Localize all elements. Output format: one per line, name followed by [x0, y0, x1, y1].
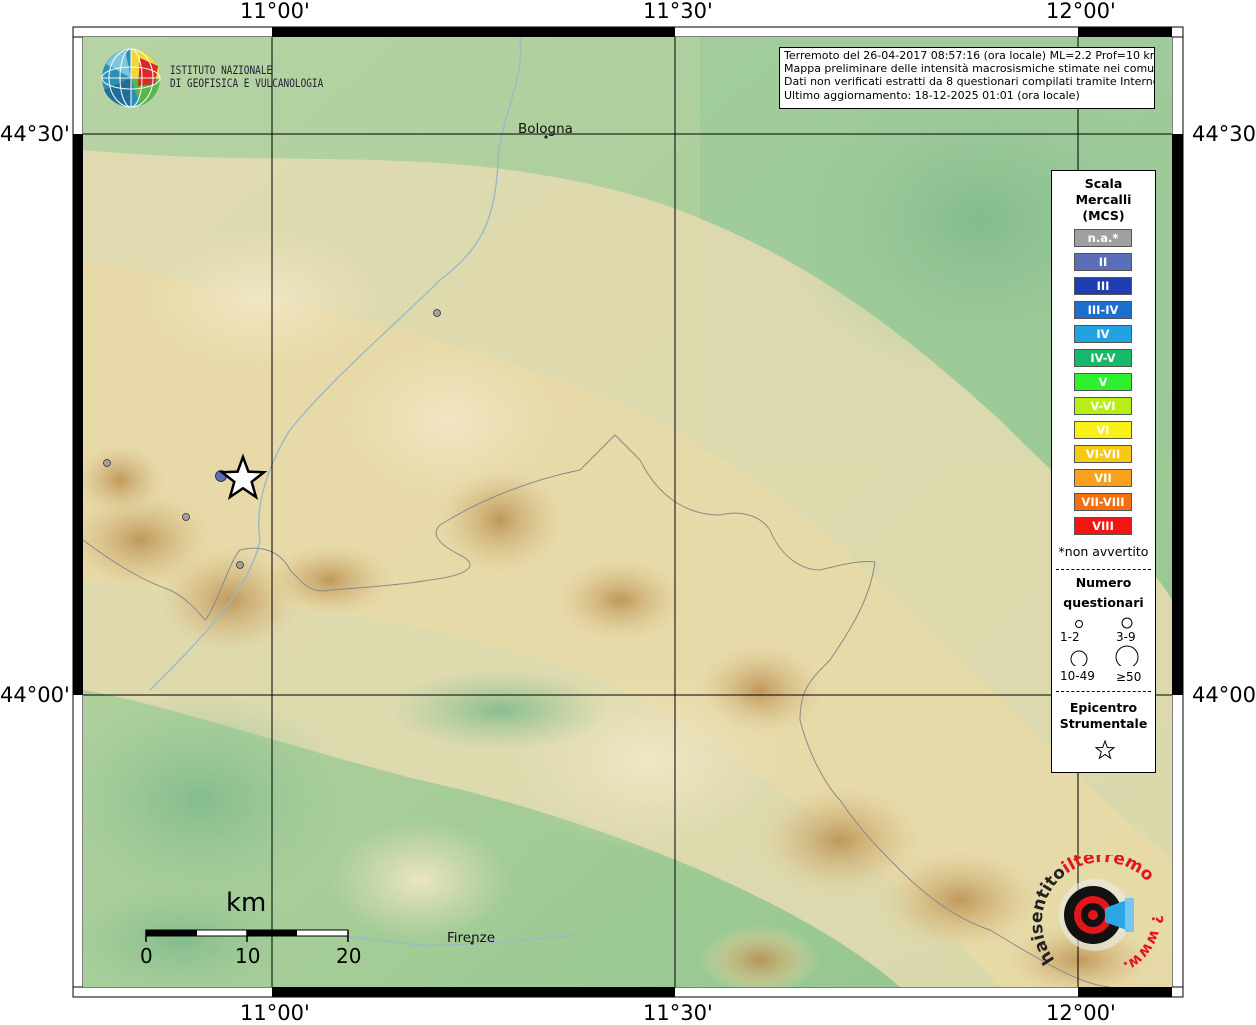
point-na[interactable]	[433, 309, 441, 317]
terrain	[83, 37, 1172, 987]
city-label-bologna: Bologna	[518, 121, 573, 137]
count-title-2: questionari	[1063, 595, 1144, 610]
legend-swatch: III	[1074, 277, 1132, 295]
brand-text: haisentitoilterremoto.it ? www.	[1030, 855, 1166, 976]
legend-swatch: VI-VII	[1074, 445, 1132, 463]
scale-tick-0: 0	[140, 944, 153, 968]
legend-divider	[1056, 569, 1151, 570]
epi-title-1: Epicentro	[1069, 700, 1138, 715]
legend-swatch: VII	[1074, 469, 1132, 487]
lat-label-left-2: 44°00'	[0, 683, 70, 707]
legend-swatch: V	[1074, 373, 1132, 391]
lat-label-right-1: 44°30'	[1192, 122, 1256, 146]
lat-label-left-1: 44°30'	[0, 122, 70, 146]
event-info-line: Terremoto del 26-04-2017 08:57:16 (ora l…	[784, 49, 1155, 62]
agency-line2: DI GEOFISICA E VULCANOLOGIA	[170, 76, 324, 90]
count-label-4: ≥50	[1116, 670, 1142, 684]
legend-divider	[1056, 691, 1151, 692]
epi-title-2: Strumentale	[1059, 716, 1148, 731]
legend-swatch: VII-VIII	[1074, 493, 1132, 511]
legend-title-3: (MCS)	[1082, 208, 1125, 223]
ingv-logo-icon	[101, 48, 161, 108]
scale-tick-10: 10	[235, 944, 261, 968]
lon-label-top-3: 12°00'	[1046, 0, 1116, 23]
point-na[interactable]	[182, 513, 190, 521]
point-na[interactable]	[236, 561, 244, 569]
count-label-2: 3-9	[1116, 630, 1136, 644]
legend-swatch: II	[1074, 253, 1132, 271]
event-info-line: Mappa preliminare delle intensità macros…	[784, 62, 1155, 76]
lon-label-bottom-1: 11°00'	[240, 1001, 310, 1025]
count-title-1: Numero	[1075, 575, 1132, 590]
scale-tick-20: 20	[336, 944, 362, 968]
legend-swatch: IV	[1074, 325, 1132, 343]
svg-text:? www.: ? www.	[1120, 915, 1166, 976]
legend-panel: Scala Mercalli (MCS) n.a.* II III III-IV IV I…	[1051, 170, 1156, 773]
legend-swatch: n.a.*	[1074, 229, 1132, 247]
lon-label-bottom-3: 12°00'	[1046, 1001, 1116, 1025]
lat-label-right-2: 44°00'	[1192, 683, 1256, 707]
lon-label-top-2: 11°30'	[643, 0, 713, 23]
legend-swatch: IV-V	[1074, 349, 1132, 367]
count-label-3: 10-49	[1060, 669, 1095, 683]
scale-unit: km	[226, 888, 267, 918]
event-info-line: Ultimo aggiornamento: 18-12-2025 01:01 (…	[784, 88, 1080, 102]
legend-swatch: III-IV	[1074, 301, 1132, 319]
city-label-firenze: Firenze	[447, 930, 496, 946]
event-info-box: Terremoto del 26-04-2017 08:57:16 (ora l…	[779, 47, 1155, 109]
legend-swatch: VI	[1074, 421, 1132, 439]
lon-label-top-1: 11°00'	[240, 0, 310, 23]
legend-star-icon	[1094, 739, 1116, 760]
point-na[interactable]	[103, 459, 111, 467]
count-label-1: 1-2	[1060, 630, 1080, 644]
legend-title-2: Mercalli	[1075, 192, 1132, 207]
lon-label-bottom-2: 11°30'	[643, 1001, 713, 1025]
legend-swatch: V-VI	[1074, 397, 1132, 415]
agency-name: ISTITUTO NAZIONALE DI GEOFISICA E VULCAN…	[170, 64, 323, 90]
legend-swatch: VIII	[1074, 517, 1132, 535]
event-info-line: Dati non verificati estratti da 8 questi…	[784, 75, 1155, 89]
legend-title-1: Scala	[1084, 176, 1123, 191]
legend-note: *non avvertito	[1058, 544, 1149, 559]
